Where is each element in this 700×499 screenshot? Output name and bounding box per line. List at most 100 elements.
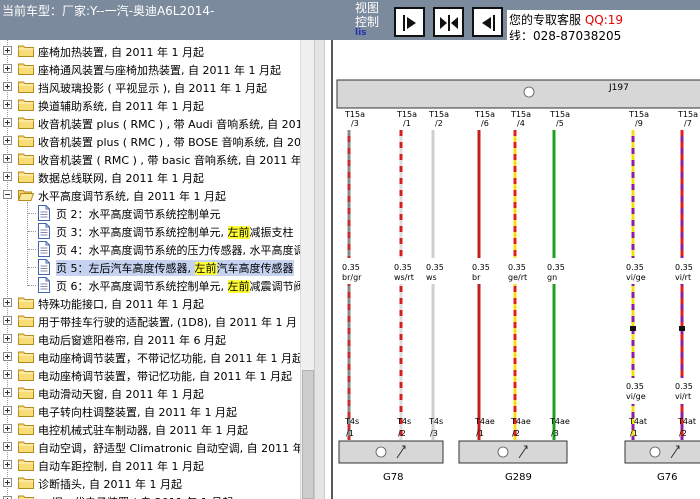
expand-icon[interactable] — [3, 352, 12, 361]
expand-icon[interactable] — [3, 442, 12, 451]
expand-icon[interactable] — [3, 460, 12, 469]
control-unit-label: J197 — [608, 83, 629, 93]
wire-pin-number: /9 — [635, 119, 643, 128]
tree-folder-item[interactable]: 收音机装置 plus ( RMC ) , 带 Audi 音响系统, 自 2011 — [0, 114, 300, 132]
component-label: G76 — [657, 472, 677, 483]
ground-symbol-icon — [375, 446, 387, 458]
wire-color-label: vi/rt — [675, 273, 691, 282]
expand-icon[interactable] — [3, 316, 12, 325]
tree-folder-item[interactable]: 诊断插头, 自 2011 年 1 月起 — [0, 474, 300, 492]
tree-item-label: 电动后窗遮阳卷帘, 自 2011 年 6 月起 — [38, 334, 226, 347]
tree-folder-item[interactable]: 自动空调，舒适型 Climatronic 自动空调, 自 2011 年 — [0, 438, 300, 456]
wire-pin-label: T15a — [396, 110, 417, 119]
expand-icon[interactable] — [3, 46, 12, 55]
wire-pin-label: T15a — [344, 110, 365, 119]
expand-icon[interactable] — [3, 388, 12, 397]
bottom-pin-label: T4at — [628, 417, 647, 426]
wire-size-label-2: 0.35 — [675, 382, 693, 391]
tree-folder-item[interactable]: 电动座椅调节装置，不带记忆功能, 自 2011 年 1 月起 — [0, 348, 300, 366]
folder-icon — [18, 62, 34, 75]
previous-page-button[interactable] — [394, 7, 425, 37]
wire-color-label: ws — [426, 273, 437, 282]
bottom-pin-number: /2 — [398, 429, 406, 438]
tree-item-label: 页 5：左后汽车高度传感器, 左前汽车高度传感器 — [56, 260, 294, 276]
wire-color-label: br/gr — [342, 273, 362, 282]
tree-page-item[interactable]: 页 6：水平高度调节系统控制单元, 左前减震调节阀 — [0, 276, 300, 294]
wire-size-label: 0.35 — [394, 263, 412, 272]
tree-folder-item[interactable]: 收音机装置 plus ( RMC ) , 带 BOSE 音响系统, 自 2011 — [0, 132, 300, 150]
collapse-icon[interactable] — [3, 190, 12, 199]
document-icon — [37, 259, 51, 275]
wire-size-label-2: 0.35 — [626, 382, 644, 391]
tree-folder-item[interactable]: 水平高度调节系统, 自 2011 年 1 月起 — [0, 186, 300, 204]
expand-icon[interactable] — [3, 64, 12, 73]
tree-folder-item[interactable]: 自动车距控制, 自 2011 年 1 月起 — [0, 456, 300, 474]
wire-color-label: br — [472, 273, 481, 282]
expand-icon[interactable] — [3, 334, 12, 343]
wire-color-label: ws/rt — [394, 273, 414, 282]
expand-icon[interactable] — [3, 118, 12, 127]
tree-item-label: 电控机械式驻车制动器, 自 2011 年 1 月起 — [38, 424, 248, 437]
wire-pin-label: T15a — [428, 110, 449, 119]
customer-service-banner[interactable]: 您的专取客服 QQ:19 线：028-87038205 — [507, 10, 700, 40]
tree-folder-item[interactable]: 电子转向柱调整装置, 自 2011 年 1 月起 — [0, 402, 300, 420]
expand-icon[interactable] — [3, 406, 12, 415]
service-qq: QQ:19 — [584, 13, 624, 27]
expand-icon[interactable] — [3, 100, 12, 109]
wire-pin-number: /2 — [435, 119, 443, 128]
tree-item-label: 数据总线联网, 自 2011 年 1 月起 — [38, 172, 204, 185]
tree-item-label: 收音机装置 plus ( RMC ) , 带 Audi 音响系统, 自 2011 — [38, 118, 300, 131]
next-page-button[interactable] — [472, 7, 503, 37]
tree-page-item[interactable]: 页 5：左后汽车高度传感器, 左前汽车高度传感器 — [0, 258, 300, 276]
wire-color-label: vi/ge — [626, 273, 646, 282]
tree-item-label: 电动座椅调节装置，不带记忆功能, 自 2011 年 1 月起 — [38, 352, 300, 365]
expand-icon[interactable] — [3, 298, 12, 307]
tree-folder-item[interactable]: 座椅加热装置, 自 2011 年 1 月起 — [0, 42, 300, 60]
tree-folder-item[interactable]: 座椅通风装置与座椅加热装置, 自 2011 年 1 月起 — [0, 60, 300, 78]
folder-icon — [18, 368, 34, 381]
tree-page-item[interactable]: 页 3：水平高度调节系统控制单元, 左前减振支柱 — [0, 222, 300, 240]
folder-icon — [18, 134, 34, 147]
tree-guide-tick — [28, 267, 36, 268]
expand-icon[interactable] — [3, 136, 12, 145]
tree-page-item[interactable]: 页 2：水平高度调节系统控制单元 — [0, 204, 300, 222]
tree-folder-item[interactable]: 换道辅助系统, 自 2011 年 1 月起 — [0, 96, 300, 114]
ground-symbol-icon — [497, 446, 509, 458]
expand-icon[interactable] — [3, 154, 12, 163]
page-split-button[interactable] — [433, 7, 464, 37]
ground-symbol-icon — [649, 446, 661, 458]
wire-pin-label: T15a — [677, 110, 698, 119]
expand-icon[interactable] — [3, 424, 12, 433]
wire-color-label: ge/rt — [508, 273, 527, 282]
bottom-pin-label: T4at — [677, 417, 696, 426]
tree-folder-item[interactable]: 数据总线联网, 自 2011 年 1 月起 — [0, 168, 300, 186]
tree-scrollbar-thumb[interactable] — [302, 370, 314, 499]
expand-icon[interactable] — [3, 478, 12, 487]
search-highlight: 左前 — [194, 262, 217, 275]
tree-scrollbar[interactable] — [300, 40, 314, 499]
tree-folder-item[interactable]: 挡风玻璃投影 ( 平视显示 ), 自 2011 年 1 月起 — [0, 78, 300, 96]
tree-folder-item[interactable]: 收音机装置 ( RMC ) , 带 basic 音响系统, 自 2011 年 — [0, 150, 300, 168]
tree-folder-item[interactable]: 电动滑动天窗, 自 2011 年 1 月起 — [0, 384, 300, 402]
folder-icon — [18, 170, 34, 183]
expand-icon[interactable] — [3, 370, 12, 379]
bottom-pin-number: /2 — [512, 429, 520, 438]
bottom-pin-number: /3 — [551, 429, 559, 438]
expand-icon[interactable] — [3, 172, 12, 181]
tree-folder-item[interactable]: 电控机械式驻车制动器, 自 2011 年 1 月起 — [0, 420, 300, 438]
arrows-converge-icon — [440, 15, 458, 31]
bottom-pin-number: /1 — [346, 429, 354, 438]
expand-icon[interactable] — [3, 82, 12, 91]
control-unit-box — [336, 79, 700, 109]
tree-folder-item[interactable]: 电动座椅调节装置，带记忆功能, 自 2011 年 1 月起 — [0, 366, 300, 384]
tree-folder-item[interactable]: 电动后窗遮阳卷帘, 自 2011 年 6 月起 — [0, 330, 300, 348]
tree-folder-item[interactable]: ... 旧一代电子装置 ( 自 2011 年 1 月起 — [0, 492, 300, 499]
tree-item-label: 电动滑动天窗, 自 2011 年 1 月起 — [38, 388, 204, 401]
tree-page-item[interactable]: 页 4：水平高度调节系统的压力传感器, 水平高度调 — [0, 240, 300, 258]
tree-folder-item[interactable]: 用于带挂车行驶的适配装置, (1D8), 自 2011 年 1 月 — [0, 312, 300, 330]
folder-icon — [18, 314, 34, 327]
wire-size-label: 0.35 — [508, 263, 526, 272]
tree-item-label: 座椅加热装置, 自 2011 年 1 月起 — [38, 46, 204, 59]
pane-splitter[interactable] — [314, 40, 325, 499]
tree-folder-item[interactable]: 特殊功能接口, 自 2011 年 1 月起 — [0, 294, 300, 312]
